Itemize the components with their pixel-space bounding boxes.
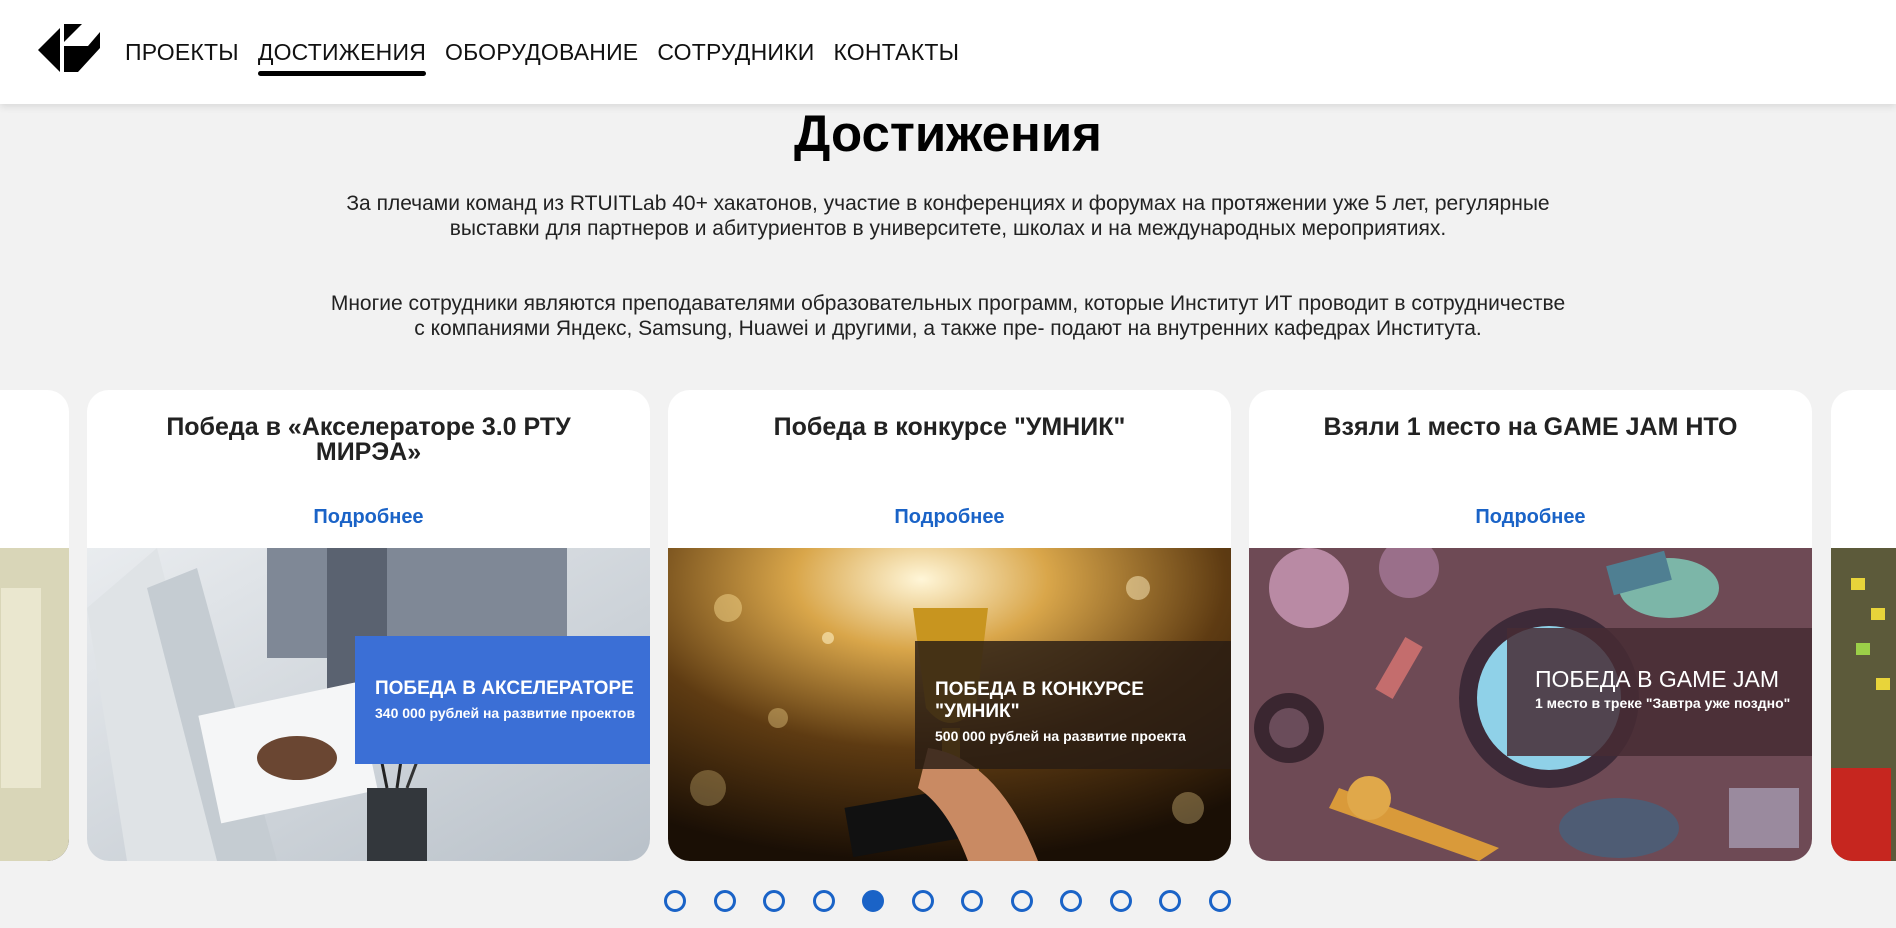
card-title: Взяли 1 место на GAME JAM НТО — [1323, 413, 1738, 441]
intro-paragraph-2: Многие сотрудники являются преподавателя… — [330, 292, 1566, 340]
card-image: ПОБЕДА В GAME JAM 1 место в треке "Завтр… — [1249, 548, 1812, 861]
pagination-dot[interactable] — [862, 890, 884, 912]
pagination-dot[interactable] — [961, 890, 983, 912]
pagination-dot[interactable] — [1060, 890, 1082, 912]
card-banner: ПОБЕДА В КОНКУРСЕ "УМНИК" 500 000 рублей… — [915, 641, 1231, 769]
page-title: Достижения — [794, 105, 1102, 162]
card-image: ПОБЕДА В КОНКУРСЕ "УМНИК" 500 000 рублей… — [668, 548, 1231, 861]
banner-subtitle: 340 000 рублей на развитие проектов — [375, 705, 636, 721]
nav-item-projects[interactable]: ПРОЕКТЫ — [125, 0, 239, 104]
more-link[interactable]: Подробнее — [1249, 506, 1812, 529]
card-title: Победа в конкурсе "УМНИК" — [773, 413, 1126, 441]
nav-item-achievements[interactable]: ДОСТИЖЕНИЯ — [257, 0, 427, 104]
card-banner: ПОБЕДА В АКСЕЛЕРАТОРЕ 340 000 рублей на … — [355, 636, 650, 764]
achievements-carousel[interactable]: Победа в «Акселераторе 3.0 РТУ МИРЭА» По… — [0, 390, 1896, 861]
pagination-dot[interactable] — [763, 890, 785, 912]
card-partial-left[interactable] — [0, 390, 69, 861]
pagination-dot[interactable] — [813, 890, 835, 912]
card-image — [0, 548, 69, 861]
achievement-card[interactable]: Победа в конкурсе "УМНИК" Подробнее ПОБЕ… — [668, 390, 1231, 861]
nav-item-equipment[interactable]: ОБОРУДОВАНИЕ — [445, 0, 638, 104]
banner-subtitle: 1 место в треке "Завтра уже поздно" — [1535, 695, 1791, 711]
pagination-dot[interactable] — [912, 890, 934, 912]
header: ПРОЕКТЫ ДОСТИЖЕНИЯ ОБОРУДОВАНИЕ СОТРУДНИ… — [0, 0, 1896, 104]
banner-title: ПОБЕДА В GAME JAM — [1535, 666, 1780, 692]
banner-subtitle: 500 000 рублей на развитие проекта — [935, 728, 1186, 744]
pagination-dot[interactable] — [1011, 890, 1033, 912]
achievement-card[interactable]: Победа в «Акселераторе 3.0 РТУ МИРЭА» По… — [87, 390, 650, 861]
nav-item-employees[interactable]: СОТРУДНИКИ — [657, 0, 814, 104]
pagination-dot[interactable] — [1209, 890, 1231, 912]
intro-paragraph-1: За плечами команд из RTUITLab 40+ хакато… — [346, 192, 1550, 240]
pagination-dot[interactable] — [1159, 890, 1181, 912]
banner-title: ПОБЕДА В КОНКУРСЕ "УМНИК" — [935, 679, 1144, 722]
card-partial-right[interactable] — [1831, 390, 1896, 861]
more-link[interactable]: Подробнее — [668, 506, 1231, 529]
achievement-card[interactable]: Взяли 1 место на GAME JAM НТО Подробнее — [1249, 390, 1812, 861]
card-banner: ПОБЕДА В GAME JAM 1 место в треке "Завтр… — [1507, 628, 1812, 756]
card-image — [1831, 548, 1896, 861]
main-nav: ПРОЕКТЫ ДОСТИЖЕНИЯ ОБОРУДОВАНИЕ СОТРУДНИ… — [125, 0, 978, 104]
pagination-dot[interactable] — [1110, 890, 1132, 912]
pagination-dot[interactable] — [714, 890, 736, 912]
nav-item-contacts[interactable]: КОНТАКТЫ — [833, 0, 959, 104]
pagination-dot[interactable] — [664, 890, 686, 912]
card-title: Победа в «Акселераторе 3.0 РТУ МИРЭА» — [166, 413, 571, 466]
banner-title: ПОБЕДА В АКСЕЛЕРАТОРЕ — [375, 678, 634, 699]
card-image: ПОБЕДА В АКСЕЛЕРАТОРЕ 340 000 рублей на … — [87, 548, 650, 861]
carousel-pagination — [0, 890, 1896, 914]
more-link[interactable]: Подробнее — [87, 506, 650, 529]
logo-icon[interactable] — [38, 22, 100, 78]
